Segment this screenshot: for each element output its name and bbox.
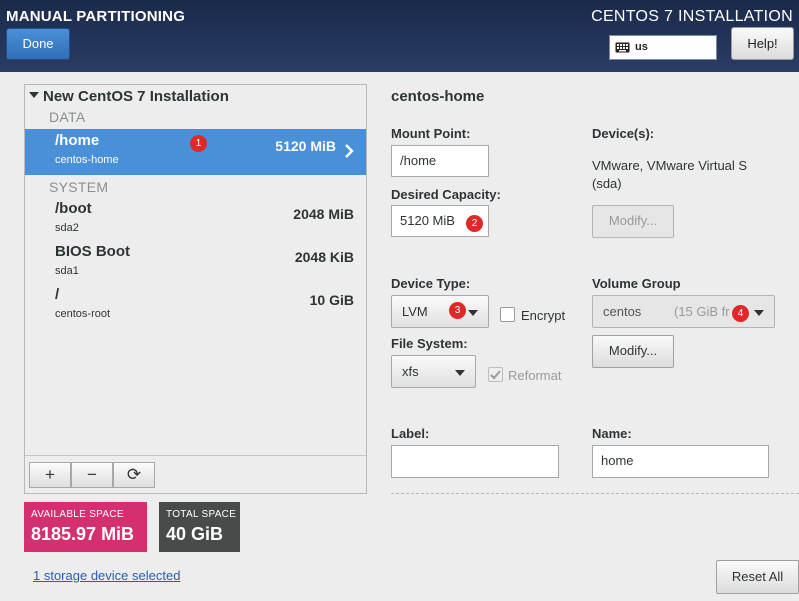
device-type-dropdown[interactable]: LVM (391, 295, 489, 328)
mount-point-size: 2048 MiB (293, 206, 354, 222)
modify-volume-group-button[interactable]: Modify... (592, 335, 674, 368)
mount-point-size: 5120 MiB (275, 138, 336, 154)
mount-point-device: sda1 (55, 265, 79, 277)
mount-point-device: centos-root (55, 308, 111, 320)
devices-line-2: (sda) (592, 176, 622, 191)
keyboard-layout-label: us (635, 41, 648, 53)
mount-point-name: / (55, 286, 60, 303)
mount-point-name: BIOS Boot (55, 243, 130, 260)
mount-point-row-bios-boot[interactable]: BIOS Boot sda1 2048 KiB (25, 240, 366, 286)
annotation-badge-4: 4 (732, 305, 749, 322)
name-field-label: Name: (592, 426, 632, 441)
mount-point-name: /boot (55, 200, 92, 217)
volume-group-name: centos (603, 304, 642, 319)
tree-root-label: New CentOS 7 Installation (43, 88, 229, 105)
devices-line-1: VMware, VMware Virtual S (592, 158, 748, 173)
keyboard-icon (615, 42, 630, 53)
tree-root-header[interactable]: New CentOS 7 Installation (29, 88, 229, 105)
annotation-badge-2: 2 (466, 215, 483, 232)
mount-point-label: Mount Point: (391, 126, 471, 141)
section-label-system: SYSTEM (49, 179, 109, 195)
desired-capacity-label: Desired Capacity: (391, 187, 501, 202)
installation-title: CENTOS 7 INSTALLATION (591, 8, 793, 25)
total-space-box: TOTAL SPACE 40 GiB (159, 502, 240, 552)
device-type-label: Device Type: (391, 276, 471, 291)
volume-group-label: Volume Group (592, 276, 681, 291)
file-system-dropdown[interactable]: xfs (391, 355, 476, 388)
mount-point-input[interactable]: /home (391, 145, 489, 177)
chevron-right-icon (345, 144, 354, 158)
mount-point-size: 2048 KiB (294, 249, 354, 265)
mount-point-device: centos-home (55, 154, 119, 166)
section-label-data: DATA (49, 109, 86, 125)
encrypt-checkbox[interactable] (500, 307, 515, 322)
done-button[interactable]: Done (6, 28, 70, 60)
available-space-label: AVAILABLE SPACE (31, 509, 124, 520)
mount-point-row-home[interactable]: /home centos-home 1 5120 MiB (25, 129, 366, 175)
help-button[interactable]: Help! (731, 27, 794, 60)
mount-point-tree-panel: New CentOS 7 Installation DATA /home cen… (24, 84, 367, 494)
storage-devices-link[interactable]: 1 storage device selected (33, 568, 180, 583)
chevron-down-icon (455, 370, 465, 376)
total-space-label: TOTAL SPACE (166, 509, 237, 520)
mount-point-name: /home (55, 132, 100, 149)
chevron-down-icon (754, 310, 764, 316)
keyboard-layout-indicator[interactable]: us (609, 35, 717, 60)
mount-point-row-root[interactable]: / centos-root 10 GiB (25, 283, 366, 329)
file-system-label: File System: (391, 336, 468, 351)
volume-group-free: (15 GiB fr (674, 304, 730, 319)
desired-capacity-value: 5120 MiB (400, 213, 455, 228)
checkmark-icon (490, 370, 501, 380)
available-space-value: 8185.97 MiB (31, 524, 135, 544)
mount-point-device: sda2 (55, 222, 79, 234)
app-title: MANUAL PARTITIONING (6, 8, 186, 25)
partition-toolbar: + − ⟳ (25, 455, 366, 493)
add-mount-point-button[interactable]: + (29, 462, 71, 488)
modify-devices-button[interactable]: Modify... (592, 205, 674, 238)
mount-point-size: 10 GiB (309, 292, 354, 308)
name-input[interactable]: home (592, 445, 769, 478)
chevron-down-icon (468, 310, 478, 316)
encrypt-label: Encrypt (521, 308, 566, 323)
devices-label: Device(s): (592, 126, 655, 141)
label-field-label: Label: (391, 426, 430, 441)
section-divider (391, 493, 799, 494)
annotation-badge-3: 3 (449, 302, 466, 319)
reset-all-button[interactable]: Reset All (716, 560, 799, 594)
file-system-value: xfs (402, 364, 419, 379)
refresh-button[interactable]: ⟳ (113, 462, 155, 488)
annotation-badge-1: 1 (190, 135, 207, 152)
mount-point-row-boot[interactable]: /boot sda2 2048 MiB (25, 197, 366, 243)
device-type-value: LVM (402, 304, 428, 319)
label-input[interactable] (391, 445, 559, 478)
expander-arrow-icon[interactable] (29, 92, 39, 99)
reformat-label: Reformat (508, 368, 562, 383)
selected-mount-title: centos-home (391, 88, 485, 105)
total-space-value: 40 GiB (166, 524, 224, 544)
remove-mount-point-button[interactable]: − (71, 462, 113, 488)
reformat-checkbox[interactable] (488, 367, 503, 382)
available-space-box: AVAILABLE SPACE 8185.97 MiB (24, 502, 147, 552)
